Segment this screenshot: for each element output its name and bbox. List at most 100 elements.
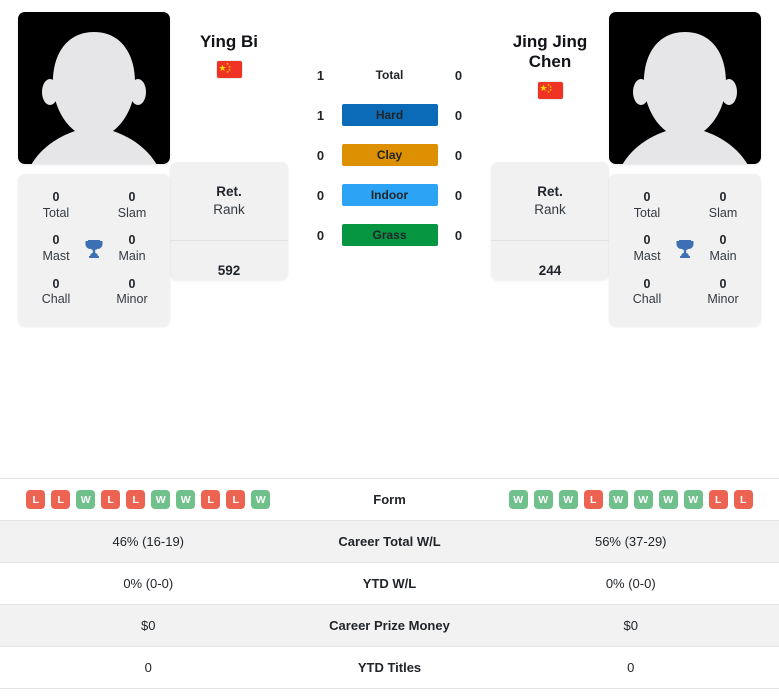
right-career-prize-money: $0 — [623, 618, 638, 633]
left-high-value: 592 — [217, 263, 241, 279]
left-titles-grid: 0 Total 0 Slam 0 Mast 0 Main 0 Chall 0 M… — [18, 184, 170, 314]
form-badge-loss: L — [583, 490, 603, 509]
right-high-row: 244 High — [491, 241, 609, 280]
left-titles-total-value: 0 — [52, 190, 60, 205]
right-form-cell: WWWLWWWWLL — [483, 490, 779, 509]
form-badge-win: W — [176, 490, 196, 509]
form-badge-loss: L — [226, 490, 246, 509]
left-player-china-flag-icon: ★ ★ ★ ★ ★ — [216, 61, 242, 79]
right-rank-label: Rank — [534, 202, 566, 217]
h2h-row-hard: 1 Hard 0 — [300, 104, 480, 126]
h2h-total-right-score: 0 — [454, 67, 463, 83]
right-titles-main-value: 0 — [719, 233, 727, 248]
right-titles-chall-value: 0 — [643, 276, 651, 291]
right-player-name: Jing Jing Chen — [512, 32, 588, 72]
right-titles-chall: 0 Chall — [609, 271, 685, 314]
form-badge-win: W — [633, 490, 653, 509]
form-badge-win: W — [151, 490, 171, 509]
left-form-cell: LLWLLWWLLW — [0, 490, 297, 509]
person-silhouette-icon — [622, 32, 748, 164]
left-rank-row: Ret. Rank — [170, 162, 288, 241]
right-player-info-column: Jing Jing Chen ★ ★ ★ ★ ★ Ret. Rank 244 H… — [491, 12, 609, 280]
h2h-indoor-right-score: 0 — [454, 187, 463, 203]
row-label-career-total-wl: Career Total W/L — [338, 534, 441, 549]
h2h-indoor-left-score: 0 — [316, 187, 325, 203]
right-titles-mast-value: 0 — [643, 233, 651, 248]
row-label-ytd-titles: YTD Titles — [357, 660, 422, 675]
table-row-career-total-wl: 46% (16-19) Career Total W/L 56% (37-29) — [0, 521, 779, 563]
left-player-nameblock: Ying Bi ★ ★ ★ ★ ★ — [170, 32, 288, 150]
h2h-total-left-score: 1 — [316, 67, 325, 83]
left-titles-slam: 0 Slam — [94, 184, 170, 227]
left-titles-minor-value: 0 — [128, 276, 136, 291]
left-titles-main-value: 0 — [128, 233, 136, 248]
form-badge-win: W — [558, 490, 578, 509]
left-high-row: 592 High — [170, 241, 288, 280]
right-titles-chall-label: Chall — [632, 292, 662, 307]
right-titles-main-label: Main — [709, 248, 737, 263]
form-badge-win: W — [683, 490, 703, 509]
table-row-ytd-wl: 0% (0-0) YTD W/L 0% (0-0) — [0, 563, 779, 605]
left-player-photo-card[interactable]: Ying Bi — [18, 12, 170, 164]
left-titles-minor: 0 Minor — [94, 271, 170, 314]
h2h-row-indoor: 0 Indoor 0 — [300, 184, 480, 206]
left-titles-chall: 0 Chall — [18, 271, 94, 314]
row-label-form: Form — [373, 492, 406, 507]
right-player-china-flag-icon: ★ ★ ★ ★ ★ — [537, 81, 563, 99]
left-titles-slam-value: 0 — [128, 190, 136, 205]
left-form-badges: LLWLLWWLLW — [26, 490, 271, 509]
h2h-clay-left-score: 0 — [316, 147, 325, 163]
right-titles-minor-value: 0 — [719, 276, 727, 291]
table-row-form: LLWLLWWLLW Form WWWLWWWWLL — [0, 479, 779, 521]
person-silhouette-icon — [31, 32, 157, 164]
left-titles-chall-label: Chall — [41, 292, 71, 307]
right-titles-slam-label: Slam — [708, 205, 738, 220]
form-badge-loss: L — [26, 490, 46, 509]
left-titles-mast-value: 0 — [52, 233, 60, 248]
form-badge-win: W — [76, 490, 96, 509]
left-player-info-column: Ying Bi ★ ★ ★ ★ ★ Ret. Rank 592 High — [170, 12, 288, 280]
form-badge-win: W — [508, 490, 528, 509]
left-titles-total-label: Total — [42, 205, 70, 220]
right-ytd-titles: 0 — [627, 660, 635, 675]
left-player-titles-card: 0 Total 0 Slam 0 Mast 0 Main 0 Chall 0 M… — [18, 174, 170, 326]
right-titles-total-value: 0 — [643, 190, 651, 205]
right-titles-total: 0 Total — [609, 184, 685, 227]
player-comparison-page: Ying Bi 0 Total 0 Slam 0 Mast — [0, 0, 779, 689]
left-titles-main-label: Main — [118, 248, 146, 263]
form-badge-win: W — [533, 490, 553, 509]
left-player-rank-card: Ret. Rank 592 High 53 Age Plays — [170, 162, 288, 280]
left-titles-mast-label: Mast — [42, 248, 70, 263]
left-player-photo-frame — [18, 12, 170, 164]
left-titles-chall-value: 0 — [52, 276, 60, 291]
right-player-nameblock: Jing Jing Chen ★ ★ ★ ★ ★ — [491, 32, 609, 150]
right-titles-minor-label: Minor — [707, 292, 739, 307]
right-high-value: 244 — [538, 263, 562, 279]
form-badge-win: W — [251, 490, 271, 509]
h2h-total-label: Total — [375, 68, 404, 82]
right-titles-minor: 0 Minor — [685, 271, 761, 314]
form-badge-win: W — [658, 490, 678, 509]
left-career-total-wl: 46% (16-19) — [112, 534, 185, 549]
h2h-indoor-badge: Indoor — [341, 184, 438, 206]
right-ytd-wl: 0% (0-0) — [605, 576, 656, 591]
right-titles-mast-label: Mast — [633, 248, 661, 263]
left-career-prize-money: $0 — [141, 618, 156, 633]
head-to-head-column: 1 Total 0 1 Hard 0 0 Clay 0 0 Indoor 0 0 — [288, 12, 491, 264]
left-ytd-titles: 0 — [144, 660, 152, 675]
right-player-titles-card: 0 Total 0 Slam 0 Mast 0 Main 0 Chall 0 M… — [609, 174, 761, 326]
h2h-grass-left-score: 0 — [316, 227, 325, 243]
right-player-photo-frame — [609, 12, 761, 164]
h2h-row-grass: 0 Grass 0 — [300, 224, 480, 246]
h2h-grass-badge: Grass — [341, 224, 438, 246]
form-badge-loss: L — [201, 490, 221, 509]
left-rank-value: Ret. — [216, 184, 242, 200]
trophy-icon — [676, 240, 694, 258]
right-player-photo-card[interactable]: Jing Jing Chen — [609, 12, 761, 164]
form-badge-loss: L — [51, 490, 71, 509]
table-row-career-prize-money: $0 Career Prize Money $0 — [0, 605, 779, 647]
stats-comparison-table: LLWLLWWLLW Form WWWLWWWWLL 46% (16-19) C… — [0, 478, 779, 689]
right-player-rank-card: Ret. Rank 244 High 48 Age Plays — [491, 162, 609, 280]
form-badge-loss: L — [733, 490, 753, 509]
h2h-row-total: 1 Total 0 — [300, 64, 480, 86]
